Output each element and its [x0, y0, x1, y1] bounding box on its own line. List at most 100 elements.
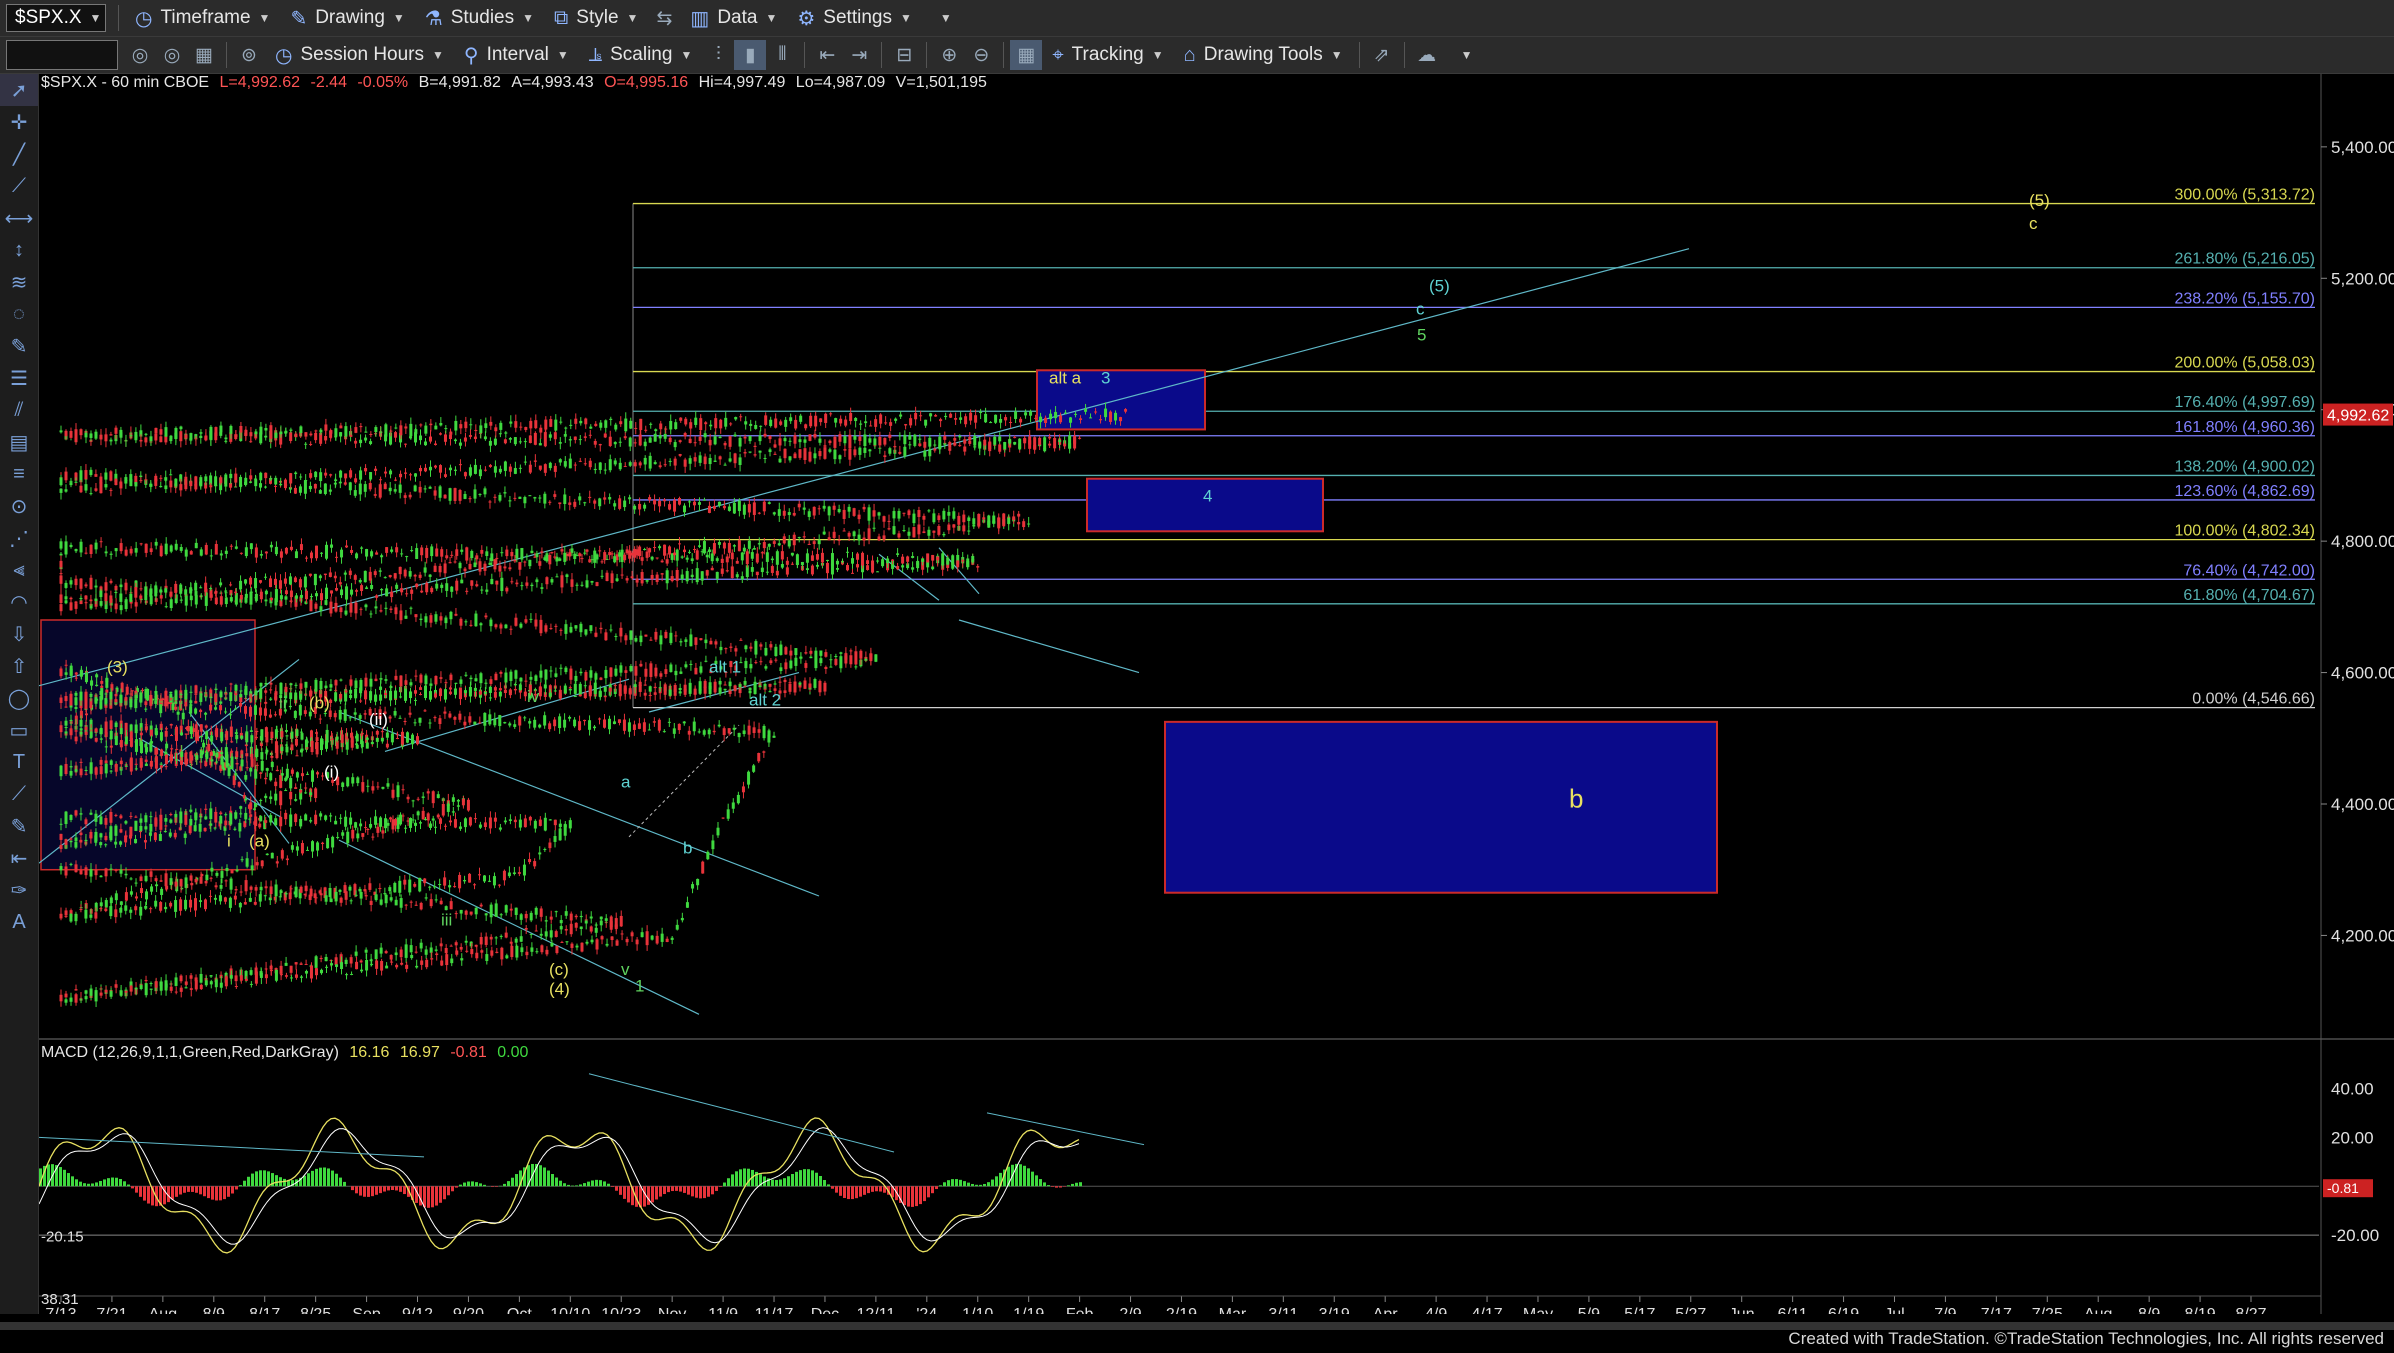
candle-body: [169, 545, 173, 552]
drawing-tools-menu[interactable]: ⌂ Drawing Tools ▼: [1174, 39, 1353, 71]
andrews-icon[interactable]: ⫷: [0, 554, 38, 586]
arrow-down-icon[interactable]: ⇩: [0, 618, 38, 650]
candle-body: [240, 735, 244, 739]
candle-body: [69, 597, 73, 600]
candle-body: [263, 895, 267, 897]
candle-body: [394, 819, 398, 826]
cycle-icon[interactable]: ◌: [0, 298, 38, 330]
candle-body: [334, 820, 338, 825]
candle-body: [255, 748, 259, 757]
candlestick-icon[interactable]: ▮: [734, 40, 767, 70]
circle-tool-icon[interactable]: ⊙: [0, 490, 38, 522]
fib-levels-icon[interactable]: ☰: [0, 362, 38, 394]
data-menu[interactable]: ▥ Data ▼: [680, 2, 787, 34]
candle-body: [339, 679, 343, 681]
candle-body: [710, 553, 714, 562]
candle-body: [589, 625, 593, 631]
candle-body: [214, 592, 218, 594]
candle-body: [364, 677, 368, 687]
scroll-right-icon[interactable]: ⇥: [843, 40, 875, 70]
arrow-up-icon[interactable]: ⇧: [0, 650, 38, 682]
candle-body: [458, 874, 462, 889]
candle-body: [74, 989, 78, 991]
candle-body: [479, 623, 483, 626]
pointer-icon[interactable]: ➚: [0, 74, 38, 106]
more-menu[interactable]: ▼: [922, 2, 962, 34]
horizontal-line-icon[interactable]: ⟷: [0, 202, 38, 234]
trendline-icon[interactable]: ╱: [0, 138, 38, 170]
pin-icon[interactable]: ⇤: [0, 842, 38, 874]
drawing-menu[interactable]: ✎ Drawing ▼: [280, 2, 414, 34]
candle-body: [314, 679, 318, 692]
highlighter-icon[interactable]: ✑: [0, 874, 38, 906]
delete-drawing-icon[interactable]: ✎: [0, 810, 38, 842]
style-menu[interactable]: ⧉ Style ▼: [544, 2, 648, 34]
text-tool-icon[interactable]: T: [0, 746, 38, 778]
bar-style-icon[interactable]: ⫶: [702, 40, 734, 70]
eraser-icon[interactable]: ⟋: [0, 778, 38, 810]
fib-fan-icon[interactable]: ⫽: [0, 394, 38, 426]
candle-body: [525, 555, 529, 557]
text-box-icon[interactable]: A: [0, 906, 38, 938]
chat-icon[interactable]: ☁: [1411, 40, 1443, 70]
scroll-left-icon[interactable]: ⇤: [811, 40, 843, 70]
candle-body: [517, 872, 521, 874]
chart-area[interactable]: 5,400.005,200.005,000.004,800.004,600.00…: [39, 74, 2394, 1314]
sync-icon[interactable]: ◎: [156, 40, 188, 70]
zoom-in-icon[interactable]: ⊕: [933, 40, 965, 70]
candle-body: [254, 690, 258, 696]
candle-body: [443, 825, 447, 827]
chart-canvas[interactable]: 5,400.005,200.005,000.004,800.004,600.00…: [39, 74, 2394, 1314]
candle-body: [348, 717, 352, 719]
studies-menu[interactable]: ⚗ Studies ▼: [415, 2, 544, 34]
timeframe-menu[interactable]: ◷ Timeframe ▼: [125, 2, 280, 34]
candle-body: [466, 799, 470, 811]
candle-body: [522, 864, 526, 876]
scaling-menu[interactable]: ⫡ Scaling ▼: [579, 39, 703, 71]
settings-menu[interactable]: ⚙ Settings ▼: [787, 2, 921, 34]
more-menu[interactable]: ▼: [1443, 39, 1483, 71]
pen-icon[interactable]: ✎: [0, 330, 38, 362]
candle-body: [410, 741, 414, 745]
symbol-input[interactable]: $SPX.X ▼: [6, 4, 106, 32]
candle-body: [184, 595, 188, 606]
candle-body: [609, 667, 613, 677]
grid-icon[interactable]: ▦: [1010, 40, 1043, 70]
candle-body: [154, 731, 158, 736]
ellipse-icon[interactable]: ◯: [0, 682, 38, 714]
tracking-menu[interactable]: ⌖ Tracking ▼: [1042, 39, 1173, 71]
candle-body: [209, 823, 213, 826]
blank-field[interactable]: [6, 40, 118, 70]
arc-icon[interactable]: ◠: [0, 586, 38, 618]
export-icon[interactable]: ⇗: [1366, 40, 1398, 70]
candle-body: [396, 785, 400, 798]
rectangle-icon[interactable]: ▭: [0, 714, 38, 746]
calendar-icon[interactable]: ▦: [188, 40, 220, 70]
channel-icon[interactable]: ≋: [0, 266, 38, 298]
candle-body: [374, 694, 378, 701]
ray-icon[interactable]: ⟋: [0, 170, 38, 202]
link-chart-icon[interactable]: ⇆: [648, 3, 680, 33]
layout-icon[interactable]: ⊟: [888, 40, 920, 70]
zoom-out-icon[interactable]: ⊖: [965, 40, 997, 70]
candle-body: [84, 867, 88, 876]
candle-body: [238, 902, 242, 908]
candle-body: [323, 573, 327, 576]
binoculars-icon[interactable]: ⊚: [233, 40, 265, 70]
crosshair-icon[interactable]: ✛: [0, 106, 38, 138]
candle-body: [194, 700, 198, 704]
refresh-icon[interactable]: ◎: [124, 40, 156, 70]
candle-body: [245, 767, 249, 769]
interval-menu[interactable]: ⚲ Interval ▼: [454, 39, 579, 71]
fib-extension-icon[interactable]: ▤: [0, 426, 38, 458]
candle-body: [414, 822, 418, 826]
ohlc-icon[interactable]: ⫴: [766, 40, 798, 70]
candle-body: [459, 946, 463, 950]
candle-body: [134, 882, 138, 884]
candle-body: [299, 683, 303, 689]
session-hours-menu[interactable]: ◷ Session Hours ▼: [265, 39, 454, 71]
candle-body: [507, 872, 511, 877]
speed-lines-icon[interactable]: ⋰: [0, 522, 38, 554]
gann-icon[interactable]: ≡: [0, 458, 38, 490]
vertical-line-icon[interactable]: ↕: [0, 234, 38, 266]
